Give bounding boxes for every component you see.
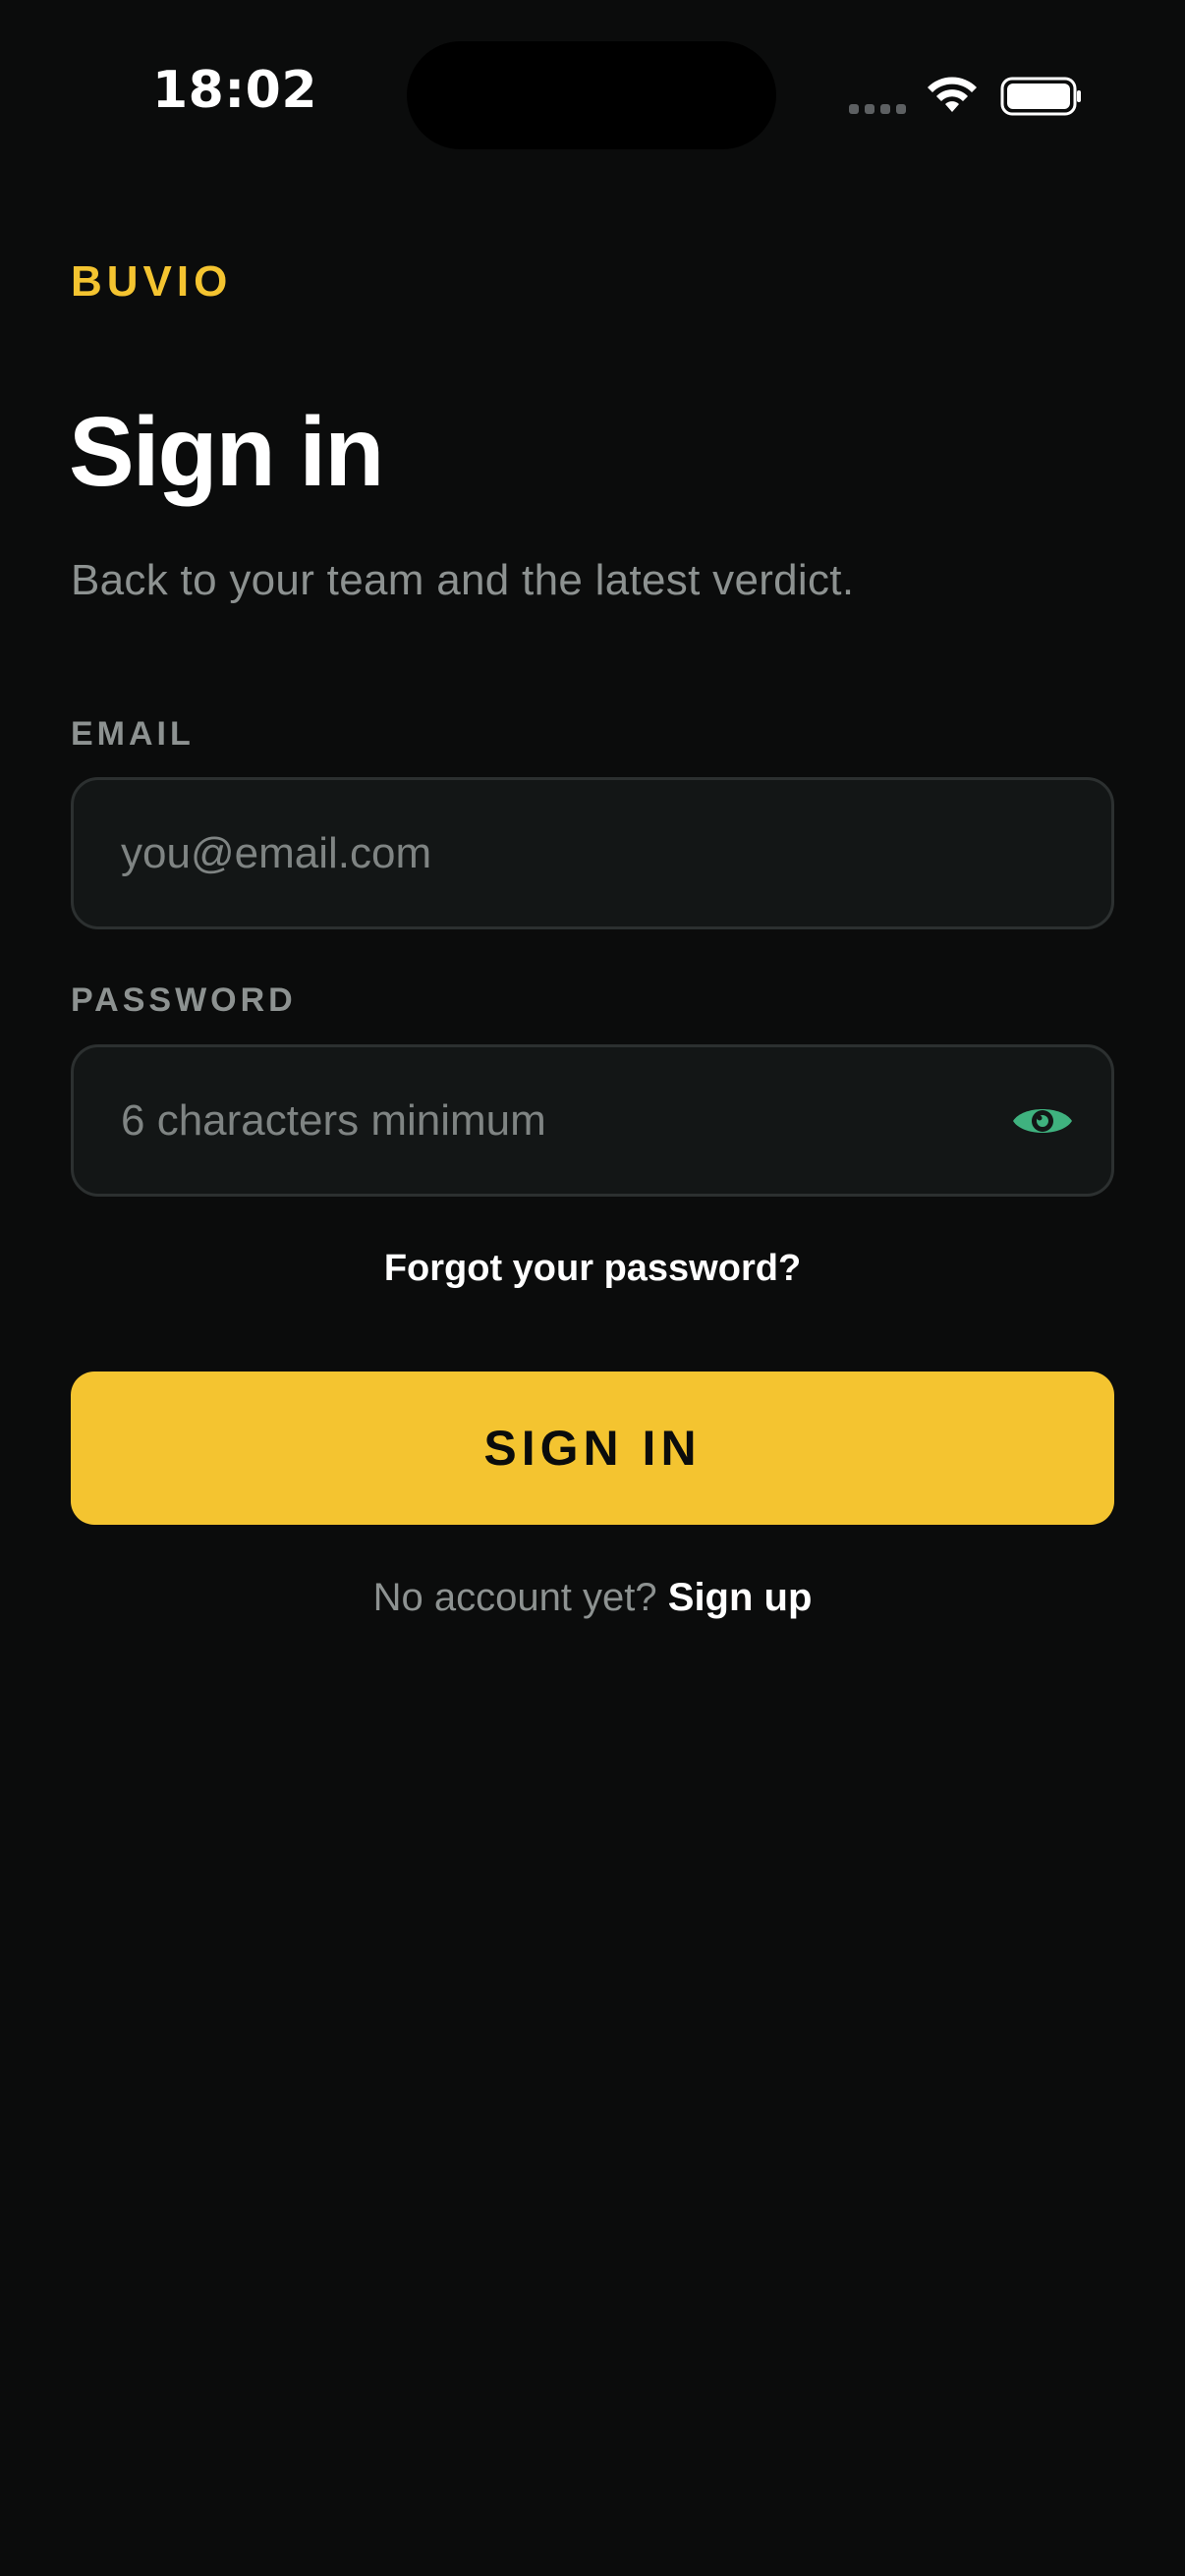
email-field-container (71, 777, 1114, 929)
password-label: PASSWORD (71, 981, 297, 1019)
sign-up-link[interactable]: Sign up (668, 1576, 813, 1619)
status-time: 18:02 (152, 61, 318, 120)
cellular-signal-icon (849, 104, 906, 114)
email-field[interactable] (121, 780, 986, 926)
signup-prompt: No account yet? (372, 1576, 657, 1619)
password-field-container (71, 1044, 1114, 1197)
wifi-icon (928, 77, 977, 112)
battery-icon (1000, 77, 1081, 116)
sign-in-button-label: SIGN IN (483, 1421, 702, 1476)
sign-in-button[interactable]: SIGN IN (71, 1372, 1114, 1525)
eye-icon[interactable] (1011, 1099, 1074, 1143)
password-field[interactable] (121, 1047, 986, 1194)
forgot-password-link[interactable]: Forgot your password? (0, 1248, 1185, 1290)
email-label: EMAIL (71, 715, 195, 753)
brand-logo: BUVIO (71, 257, 233, 306)
page-subtitle: Back to your team and the latest verdict… (71, 556, 855, 604)
dynamic-island (407, 41, 776, 149)
signup-row: No account yet? Sign up (0, 1576, 1185, 1620)
page-title: Sign in (69, 397, 384, 507)
